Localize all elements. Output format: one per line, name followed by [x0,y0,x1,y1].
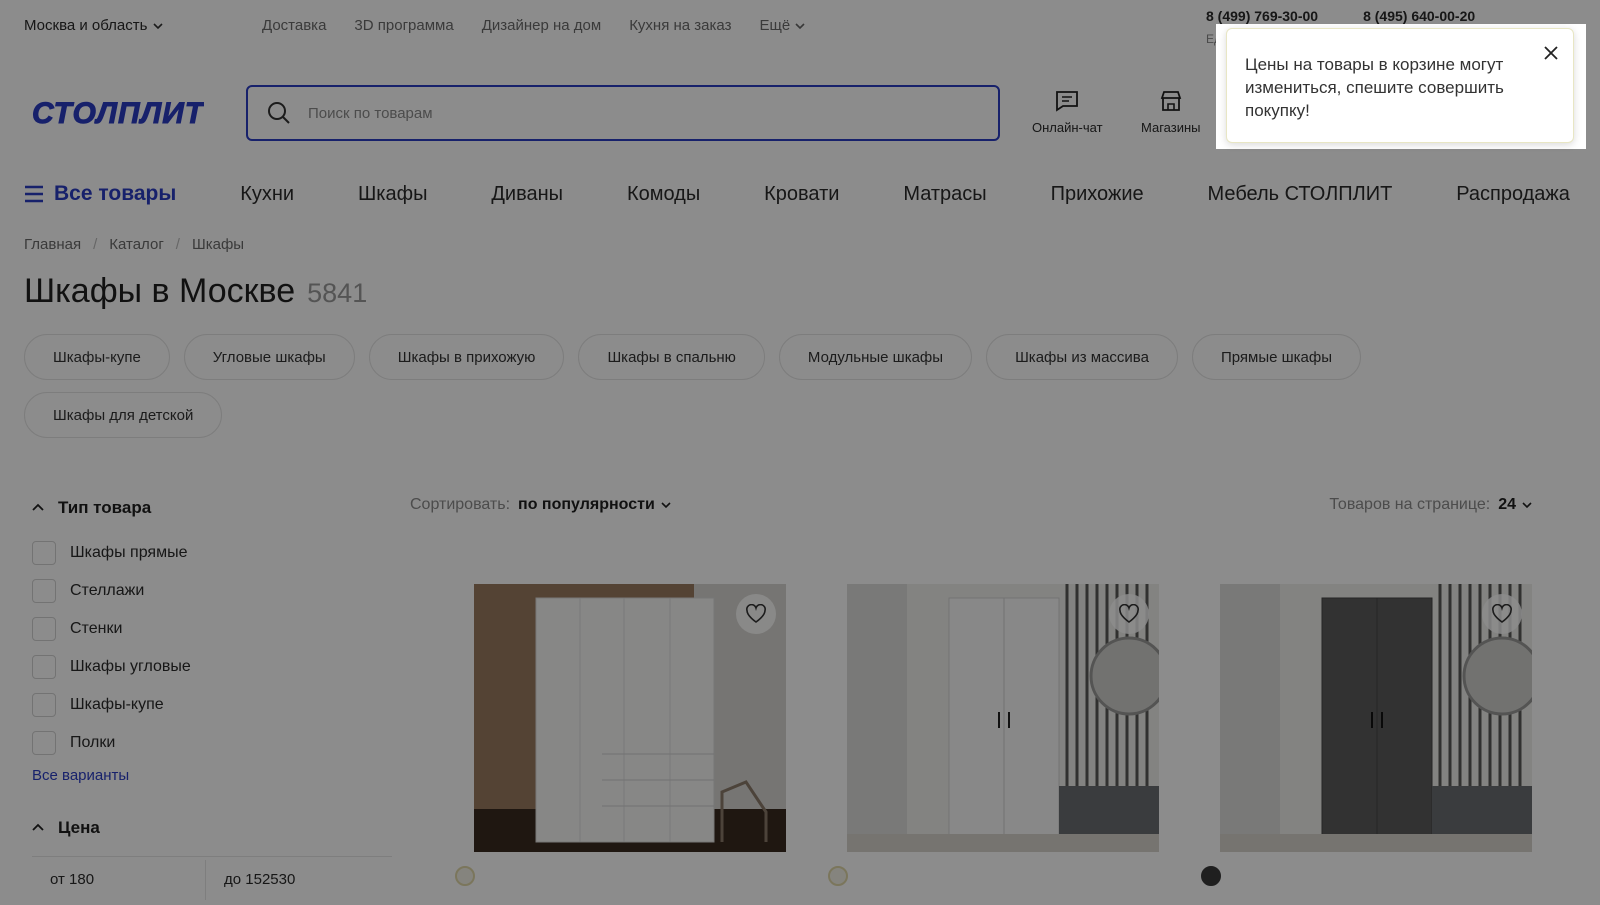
toast-container: Цены на товары в корзине могут изменитьс… [1216,24,1586,149]
close-icon[interactable] [1541,43,1561,63]
cart-price-toast: Цены на товары в корзине могут изменитьс… [1226,28,1574,143]
toast-message: Цены на товары в корзине могут изменитьс… [1245,55,1504,120]
